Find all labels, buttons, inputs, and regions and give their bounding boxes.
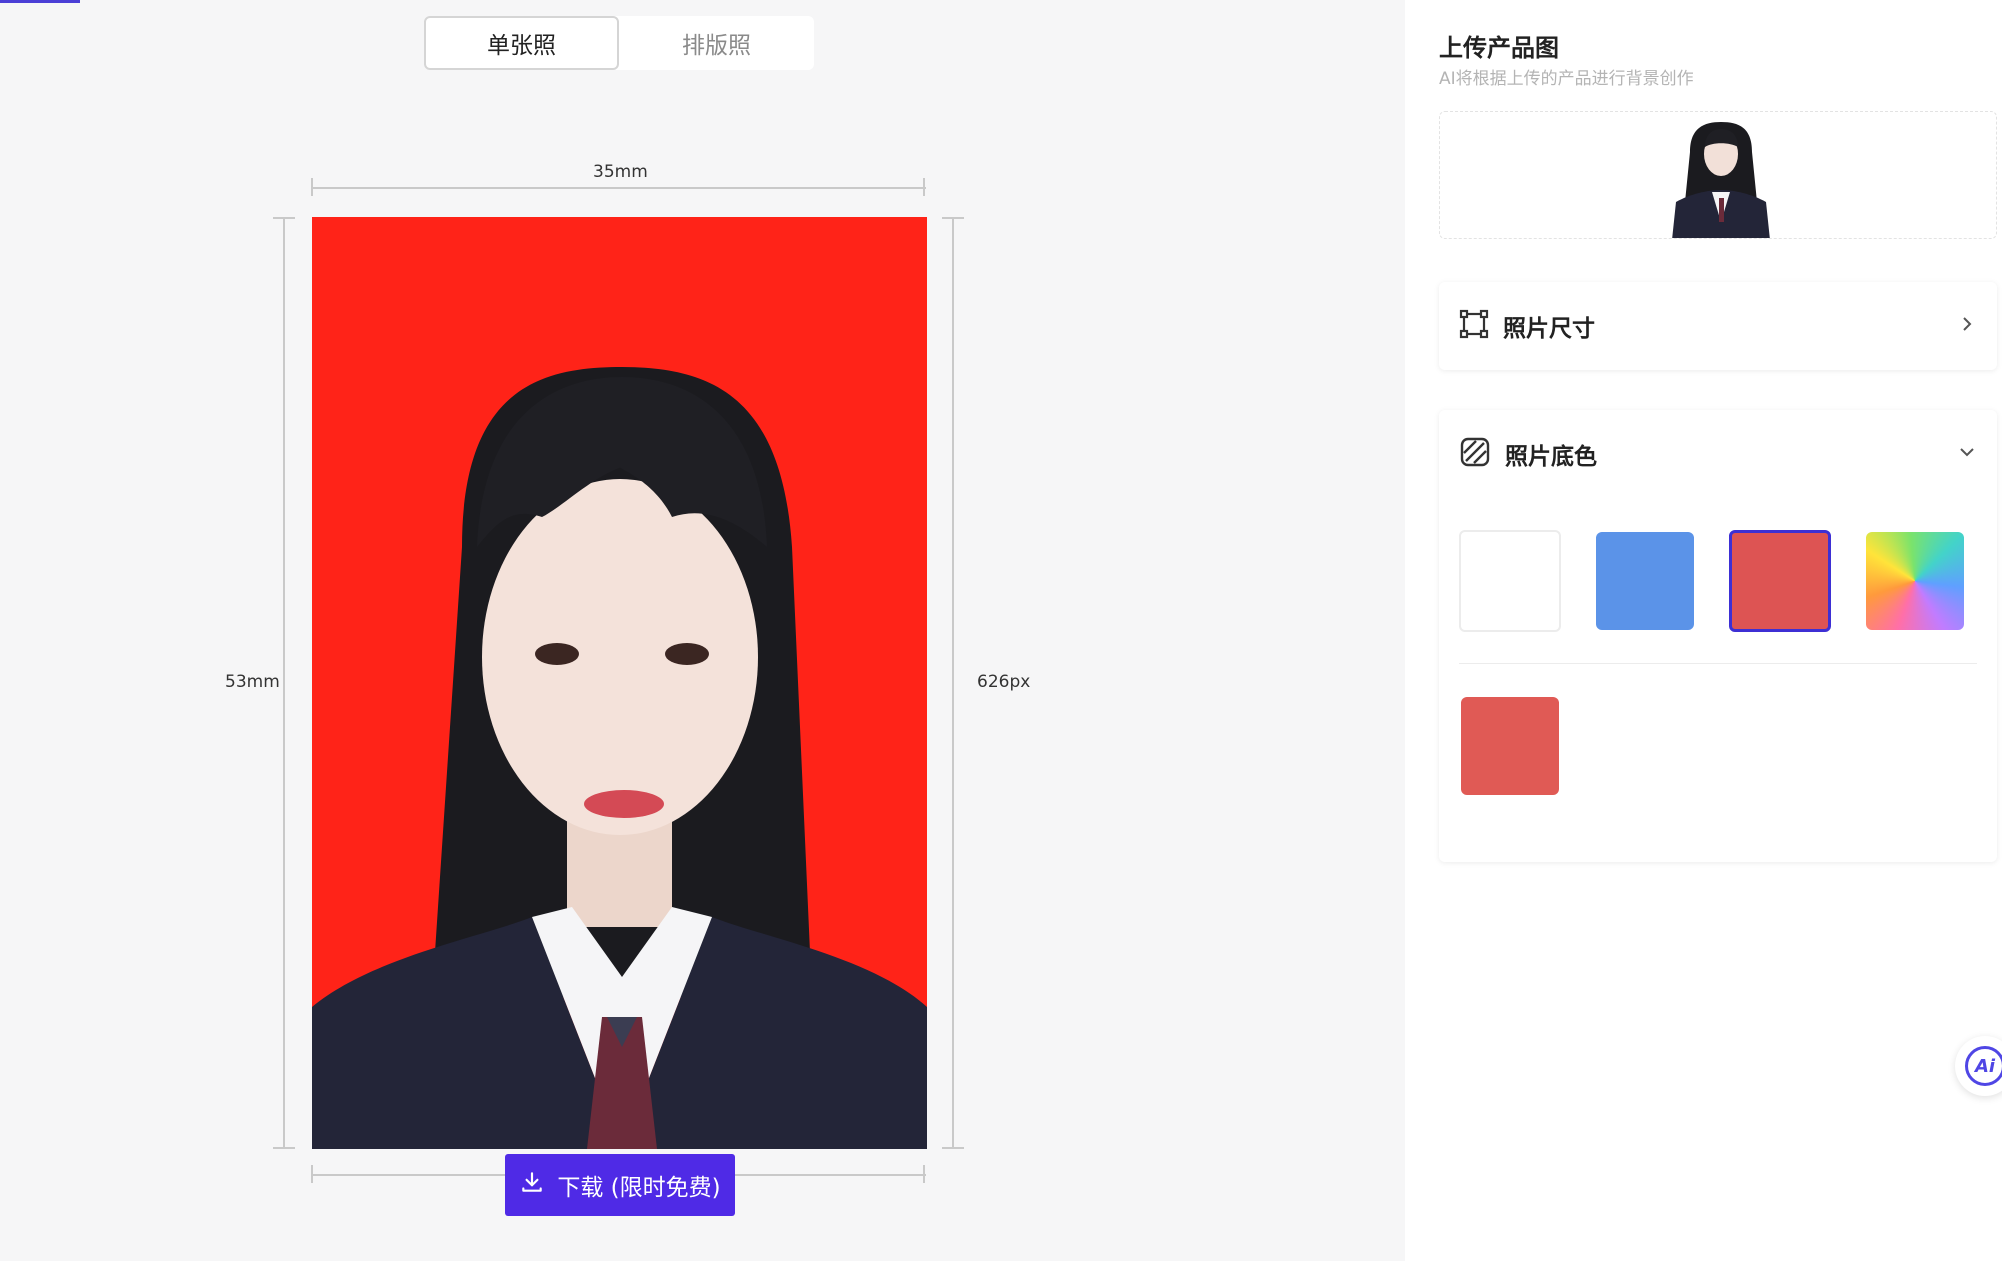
height-dimension-label: 53mm (225, 672, 280, 692)
photo-mode-tabs: 单张照 排版照 (424, 16, 814, 70)
bottom-measure-cap-right (923, 1165, 925, 1183)
settings-panel: 上传产品图 AI将根据上传的产品进行背景创作 照片尺寸 照片底色 (1405, 0, 2002, 1261)
height-measure-line (283, 218, 285, 1148)
background-color-header[interactable]: 照片底色 (1459, 410, 1597, 498)
photo-size-card[interactable]: 照片尺寸 (1439, 282, 1997, 370)
swatch-rainbow[interactable] (1866, 532, 1964, 630)
width-measure-cap-right (923, 178, 925, 196)
panel-title: 上传产品图 (1439, 34, 1559, 62)
background-color-card: 照片底色 (1439, 410, 1997, 862)
background-color-title: 照片底色 (1505, 444, 1597, 470)
px-measure-cap-bottom (942, 1147, 964, 1149)
height-measure-cap-bottom (273, 1147, 295, 1149)
width-measure-cap-left (311, 178, 313, 196)
chevron-right-icon[interactable] (1955, 312, 1979, 336)
top-progress-accent (0, 0, 80, 3)
panel-subtitle: AI将根据上传的产品进行背景创作 (1439, 69, 1694, 89)
id-photo-preview (312, 217, 927, 1149)
download-label: 下载 (限时免费) (557, 1175, 721, 1201)
swatch-divider (1459, 663, 1977, 664)
width-dimension-label: 35mm (593, 162, 648, 182)
portrait-illustration (312, 367, 927, 1149)
hatched-square-icon (1459, 436, 1491, 472)
custom-color-swatch[interactable] (1461, 697, 1559, 795)
bottom-measure-cap-left (311, 1165, 313, 1183)
uploaded-image-box[interactable] (1439, 111, 1997, 239)
photo-size-title: 照片尺寸 (1503, 316, 1595, 342)
width-measure-line (312, 187, 926, 189)
swatch-white[interactable] (1459, 530, 1561, 632)
chevron-down-icon[interactable] (1955, 440, 1979, 464)
tab-single-photo[interactable]: 单张照 (424, 16, 619, 70)
px-measure-line (952, 218, 954, 1148)
swatch-red-selected[interactable] (1729, 530, 1831, 632)
uploaded-thumbnail (1668, 112, 1773, 238)
crop-frame-icon (1459, 309, 1489, 343)
swatch-blue[interactable] (1596, 532, 1694, 630)
download-icon (519, 1169, 545, 1201)
height-measure-cap-top (273, 217, 295, 219)
ai-icon: Ai (1965, 1046, 2002, 1086)
px-measure-cap-top (942, 217, 964, 219)
download-button[interactable]: 下载 (限时免费) (505, 1154, 735, 1216)
tab-layout-photo[interactable]: 排版照 (619, 16, 814, 70)
pixel-dimension-label: 626px (977, 672, 1031, 692)
